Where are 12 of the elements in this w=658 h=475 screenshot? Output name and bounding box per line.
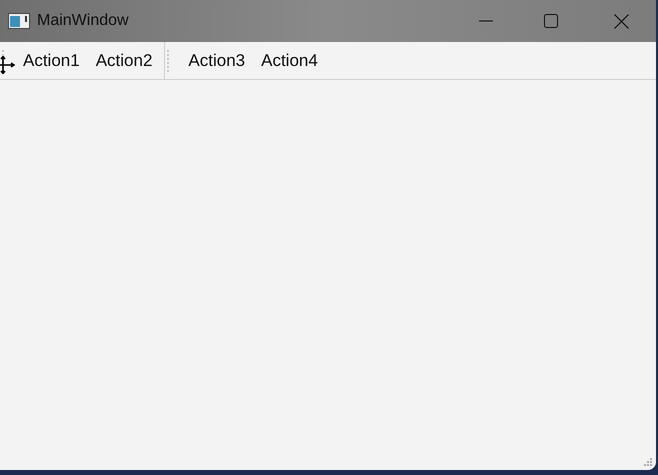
close-icon: [614, 14, 628, 28]
toolbar-action[interactable]: Action1: [17, 46, 86, 74]
window-title: MainWindow: [37, 11, 129, 31]
minimize-icon: [479, 20, 493, 22]
maximize-icon: [544, 14, 558, 28]
resize-grip-icon: [643, 457, 653, 467]
toolbar-action[interactable]: Action4: [255, 46, 324, 74]
toolbar-action[interactable]: Action2: [90, 46, 158, 74]
app-icon: [8, 13, 30, 29]
toolbar-action[interactable]: Action3: [182, 46, 252, 74]
move-cursor-icon: [0, 56, 15, 74]
toolbar-handle[interactable]: [167, 50, 170, 72]
